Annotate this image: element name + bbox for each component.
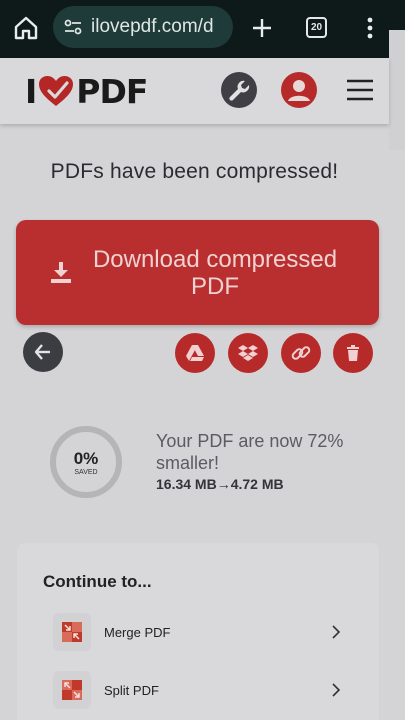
logo-text-left: I: [25, 71, 37, 111]
new-size: 4.72 MB: [230, 476, 284, 492]
continue-item-label: Split PDF: [104, 683, 159, 698]
continue-title: Continue to...: [43, 572, 152, 591]
download-button-label: Download compressed PDF: [92, 246, 338, 300]
home-icon[interactable]: [12, 14, 40, 42]
compression-status-title: PDFs have been compressed!: [50, 160, 339, 183]
back-button[interactable]: [23, 332, 63, 372]
site-settings-icon[interactable]: [63, 17, 83, 37]
download-icon: [51, 262, 71, 283]
address-bar[interactable]: ilovepdf.com/d: [53, 6, 233, 48]
logo-text-right: PDF: [76, 71, 148, 111]
size-arrow: →: [216, 476, 231, 492]
user-icon: [288, 80, 310, 101]
tab-switcher-button[interactable]: 20: [306, 17, 327, 38]
continue-item-merge-pdf[interactable]: Merge PDF: [53, 613, 353, 653]
tools-button[interactable]: [221, 72, 257, 108]
merge-icon: [53, 613, 91, 651]
wrench-icon: [229, 80, 250, 101]
save-to-dropbox-button[interactable]: [228, 333, 268, 373]
original-size: 16.34 MB: [156, 476, 217, 492]
split-icon: [53, 671, 91, 709]
ilovepdf-logo[interactable]: I PDF: [25, 71, 148, 111]
save-to-google-drive-button[interactable]: [175, 333, 215, 373]
continue-item-label: Merge PDF: [104, 625, 171, 640]
user-account-button[interactable]: [281, 72, 317, 108]
new-tab-icon[interactable]: [248, 14, 276, 42]
copy-link-button[interactable]: [281, 333, 321, 373]
more-options-icon[interactable]: [360, 14, 380, 42]
chevron-right-icon: [332, 625, 341, 639]
url-text[interactable]: ilovepdf.com/d: [91, 16, 214, 38]
download-compressed-button[interactable]: Download compressed PDF: [16, 220, 379, 325]
saved-label: SAVED: [74, 469, 98, 476]
continue-item-split-pdf[interactable]: Split PDF: [53, 671, 353, 711]
tab-count: 20: [310, 22, 323, 33]
dropbox-icon: [238, 345, 258, 361]
heart-icon: [39, 76, 74, 106]
scrollbar[interactable]: [389, 30, 405, 150]
savings-percent: 0%: [73, 449, 99, 468]
site-header: I PDF: [0, 58, 389, 124]
size-comparison: 16.34 MB→4.72 MB: [156, 476, 284, 492]
browser-toolbar: ilovepdf.com/d 20: [0, 0, 405, 58]
continue-to-card: Continue to... Merge PDF Split PDF: [17, 543, 379, 720]
link-icon: [291, 346, 311, 360]
google-drive-icon: [186, 345, 204, 361]
result-message: Your PDF are now 72% smaller!: [156, 431, 344, 473]
chevron-right-icon: [332, 683, 341, 697]
hamburger-menu-icon[interactable]: [346, 78, 374, 102]
trash-icon: [347, 345, 359, 361]
delete-button[interactable]: [333, 333, 373, 373]
arrow-left-icon: [34, 344, 50, 360]
